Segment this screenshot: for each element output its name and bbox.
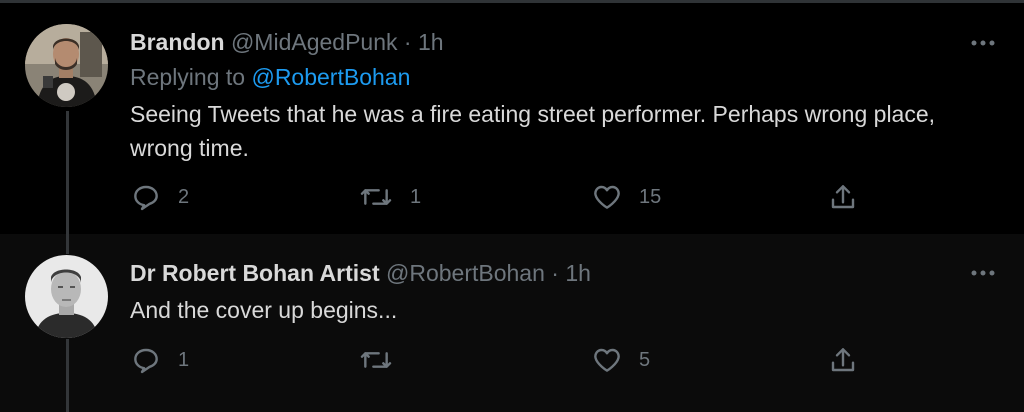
reply-button[interactable]: 2: [130, 177, 189, 217]
share-button[interactable]: [827, 340, 859, 380]
tweet-actions: 1 5: [130, 340, 870, 380]
replying-to-label: Replying to: [130, 64, 246, 90]
user-handle[interactable]: @MidAgedPunk: [231, 29, 398, 55]
replying-to-line: Replying to @RobertBohan: [130, 64, 410, 91]
reply-count: 1: [178, 348, 190, 371]
more-options-button[interactable]: [968, 263, 998, 283]
like-button[interactable]: 5: [591, 340, 650, 380]
tweet-actions: 2 1 15: [130, 177, 870, 217]
reply-icon: [134, 348, 158, 374]
retweet-button[interactable]: 1: [358, 177, 421, 217]
tweet-time[interactable]: 1h: [418, 29, 444, 55]
share-button[interactable]: [827, 177, 859, 217]
share-icon: [831, 185, 855, 209]
heart-icon: [594, 185, 620, 209]
reply-count: 2: [178, 185, 190, 208]
thread-line-bottom: [66, 339, 69, 412]
avatar[interactable]: [25, 255, 108, 338]
retweet-count: 1: [410, 185, 422, 208]
like-count: 15: [639, 185, 662, 208]
tweet-header: Dr Robert Bohan Artist @RobertBohan · 1h: [130, 260, 591, 287]
heart-icon: [594, 348, 620, 372]
retweet-icon: [360, 352, 392, 368]
retweet-button[interactable]: [358, 340, 410, 380]
tweet-text: Seeing Tweets that he was a fire eating …: [130, 101, 936, 161]
separator-dot: ·: [403, 29, 412, 55]
like-button[interactable]: 15: [591, 177, 661, 217]
share-icon: [831, 348, 855, 372]
replying-to-handle[interactable]: @RobertBohan: [251, 64, 410, 90]
reply-icon: [134, 185, 158, 211]
reply-button[interactable]: 1: [130, 340, 189, 380]
more-options-button[interactable]: [968, 33, 998, 53]
user-handle[interactable]: @RobertBohan: [386, 260, 545, 286]
retweet-icon: [360, 189, 392, 205]
separator-dot: ·: [551, 260, 559, 286]
tweet-robert-bohan[interactable]: Dr Robert Bohan Artist @RobertBohan · 1h…: [0, 234, 1024, 412]
display-name[interactable]: Dr Robert Bohan Artist: [130, 260, 380, 286]
tweet-text: And the cover up begins...: [130, 297, 398, 323]
tweet-brandon[interactable]: Brandon @MidAgedPunk · 1h Replying to @R…: [0, 3, 1024, 234]
thread-line-top: [66, 234, 69, 254]
avatar[interactable]: [25, 24, 108, 107]
like-count: 5: [639, 348, 651, 371]
tweet-header: Brandon @MidAgedPunk · 1h: [130, 29, 444, 56]
tweet-time[interactable]: 1h: [565, 260, 591, 286]
more-icon: [971, 270, 995, 276]
display-name[interactable]: Brandon: [130, 29, 225, 55]
more-icon: [971, 40, 995, 46]
thread-line: [66, 111, 69, 234]
